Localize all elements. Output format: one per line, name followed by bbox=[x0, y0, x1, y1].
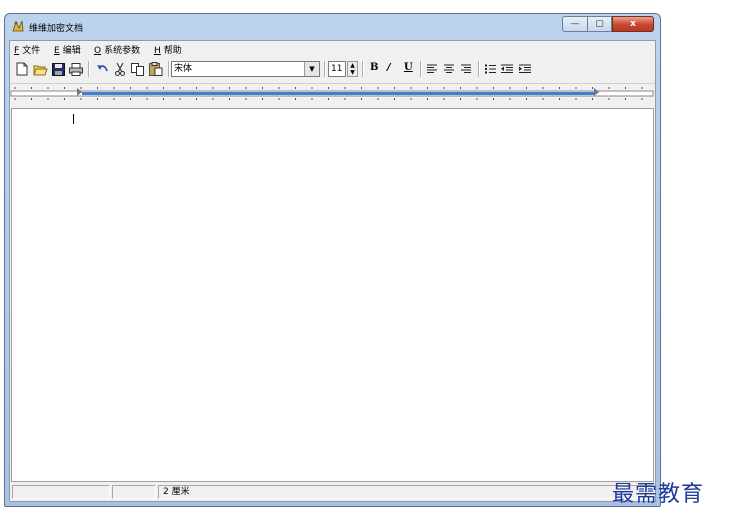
undo-button[interactable] bbox=[94, 61, 110, 77]
bold-button[interactable]: B bbox=[370, 62, 378, 73]
menu-edit-label: 编辑 bbox=[62, 46, 81, 56]
decrease-indent-button[interactable] bbox=[499, 61, 515, 77]
paste-button[interactable] bbox=[148, 61, 164, 77]
menu-system-params-mnemonic: O bbox=[94, 46, 102, 56]
menu-help[interactable]: H 帮助 bbox=[154, 43, 182, 56]
copy-icon bbox=[131, 62, 144, 76]
align-center-button[interactable] bbox=[441, 61, 457, 77]
scissors-icon bbox=[115, 62, 125, 76]
spin-up-icon[interactable]: ▲ bbox=[348, 62, 357, 69]
window-controls: — ▢ x bbox=[562, 16, 654, 32]
align-right-button[interactable] bbox=[458, 61, 474, 77]
menu-system-params-label: 系统参数 bbox=[104, 46, 141, 56]
open-folder-icon bbox=[32, 65, 48, 75]
bullet-list-button[interactable] bbox=[482, 61, 498, 77]
ruler[interactable] bbox=[10, 81, 655, 107]
toolbar-separator bbox=[168, 61, 170, 77]
font-name-select[interactable]: 宋体 ▼ bbox=[171, 61, 320, 77]
italic-button[interactable]: / bbox=[387, 62, 391, 73]
font-size-spinner[interactable]: ▲ ▼ bbox=[347, 61, 358, 77]
status-position-text: 2 厘米 bbox=[163, 487, 190, 497]
menu-help-mnemonic: H bbox=[154, 46, 161, 56]
close-button[interactable]: x bbox=[612, 16, 654, 32]
cut-button[interactable] bbox=[112, 61, 128, 77]
increase-indent-button[interactable] bbox=[517, 61, 533, 77]
align-right-icon bbox=[461, 64, 471, 73]
print-button[interactable] bbox=[68, 61, 84, 77]
font-size-value: 11 bbox=[331, 64, 343, 74]
font-size-field[interactable]: 11 bbox=[328, 61, 346, 77]
open-button[interactable] bbox=[32, 61, 48, 77]
minimize-button[interactable]: — bbox=[562, 16, 587, 32]
menu-file-mnemonic: F bbox=[14, 46, 20, 56]
menu-bar: F 文件 E 编辑 O 系统参数 H 帮助 bbox=[10, 41, 655, 57]
toolbar-separator bbox=[420, 61, 422, 77]
status-pane-2 bbox=[112, 485, 156, 499]
toolbar: 宋体 ▼ 11 ▲ ▼ B / U bbox=[10, 58, 655, 80]
save-icon bbox=[51, 62, 65, 76]
new-document-icon bbox=[16, 62, 28, 76]
new-document-button[interactable] bbox=[14, 61, 30, 77]
app-icon[interactable] bbox=[11, 19, 25, 33]
undo-icon bbox=[96, 65, 108, 72]
menu-edit-mnemonic: E bbox=[54, 46, 60, 56]
spin-down-icon[interactable]: ▼ bbox=[348, 69, 357, 76]
window-title: 维维加密文档 bbox=[29, 24, 84, 34]
font-name-value: 宋体 bbox=[174, 64, 193, 74]
title-bar[interactable]: 维维加密文档 — ▢ x bbox=[5, 14, 660, 40]
bullet-list-icon bbox=[484, 64, 496, 74]
toolbar-separator bbox=[362, 61, 364, 77]
watermark: 最需教育 bbox=[612, 482, 705, 507]
ruler-graphic bbox=[10, 83, 655, 100]
toolbar-separator bbox=[478, 61, 480, 77]
toolbar-separator bbox=[324, 61, 326, 77]
underline-button[interactable]: U bbox=[404, 62, 413, 73]
outdent-icon bbox=[501, 64, 513, 73]
maximize-button[interactable]: ▢ bbox=[587, 16, 612, 32]
copy-button[interactable] bbox=[130, 61, 146, 77]
save-button[interactable] bbox=[50, 61, 66, 77]
minimize-icon: — bbox=[570, 19, 580, 29]
menu-file-label: 文件 bbox=[22, 46, 41, 56]
maximize-icon: ▢ bbox=[595, 19, 604, 29]
menu-edit[interactable]: E 编辑 bbox=[54, 43, 81, 56]
menu-file[interactable]: F 文件 bbox=[14, 43, 40, 56]
print-icon bbox=[69, 62, 83, 76]
client-area: F 文件 E 编辑 O 系统参数 H 帮助 宋体 ▼ 11 ▲ ▼ B / U … bbox=[9, 40, 656, 502]
status-pane-1 bbox=[12, 485, 110, 499]
align-left-button[interactable] bbox=[424, 61, 440, 77]
toolbar-separator bbox=[88, 61, 90, 77]
app-window: 维维加密文档 — ▢ x F 文件 E 编辑 O 系统参数 H 帮助 宋体 ▼ … bbox=[4, 13, 661, 507]
text-caret bbox=[73, 114, 74, 124]
menu-system-params[interactable]: O 系统参数 bbox=[94, 43, 140, 56]
indent-icon bbox=[519, 64, 531, 73]
close-icon: x bbox=[630, 19, 636, 29]
paste-icon bbox=[149, 62, 163, 76]
document-editor[interactable] bbox=[11, 108, 654, 482]
chevron-down-icon[interactable]: ▼ bbox=[304, 62, 319, 76]
align-center-icon bbox=[444, 64, 454, 73]
status-pane-position: 2 厘米 bbox=[158, 485, 653, 499]
status-bar: 2 厘米 bbox=[10, 484, 655, 501]
align-left-icon bbox=[427, 64, 437, 73]
menu-help-label: 帮助 bbox=[163, 46, 182, 56]
